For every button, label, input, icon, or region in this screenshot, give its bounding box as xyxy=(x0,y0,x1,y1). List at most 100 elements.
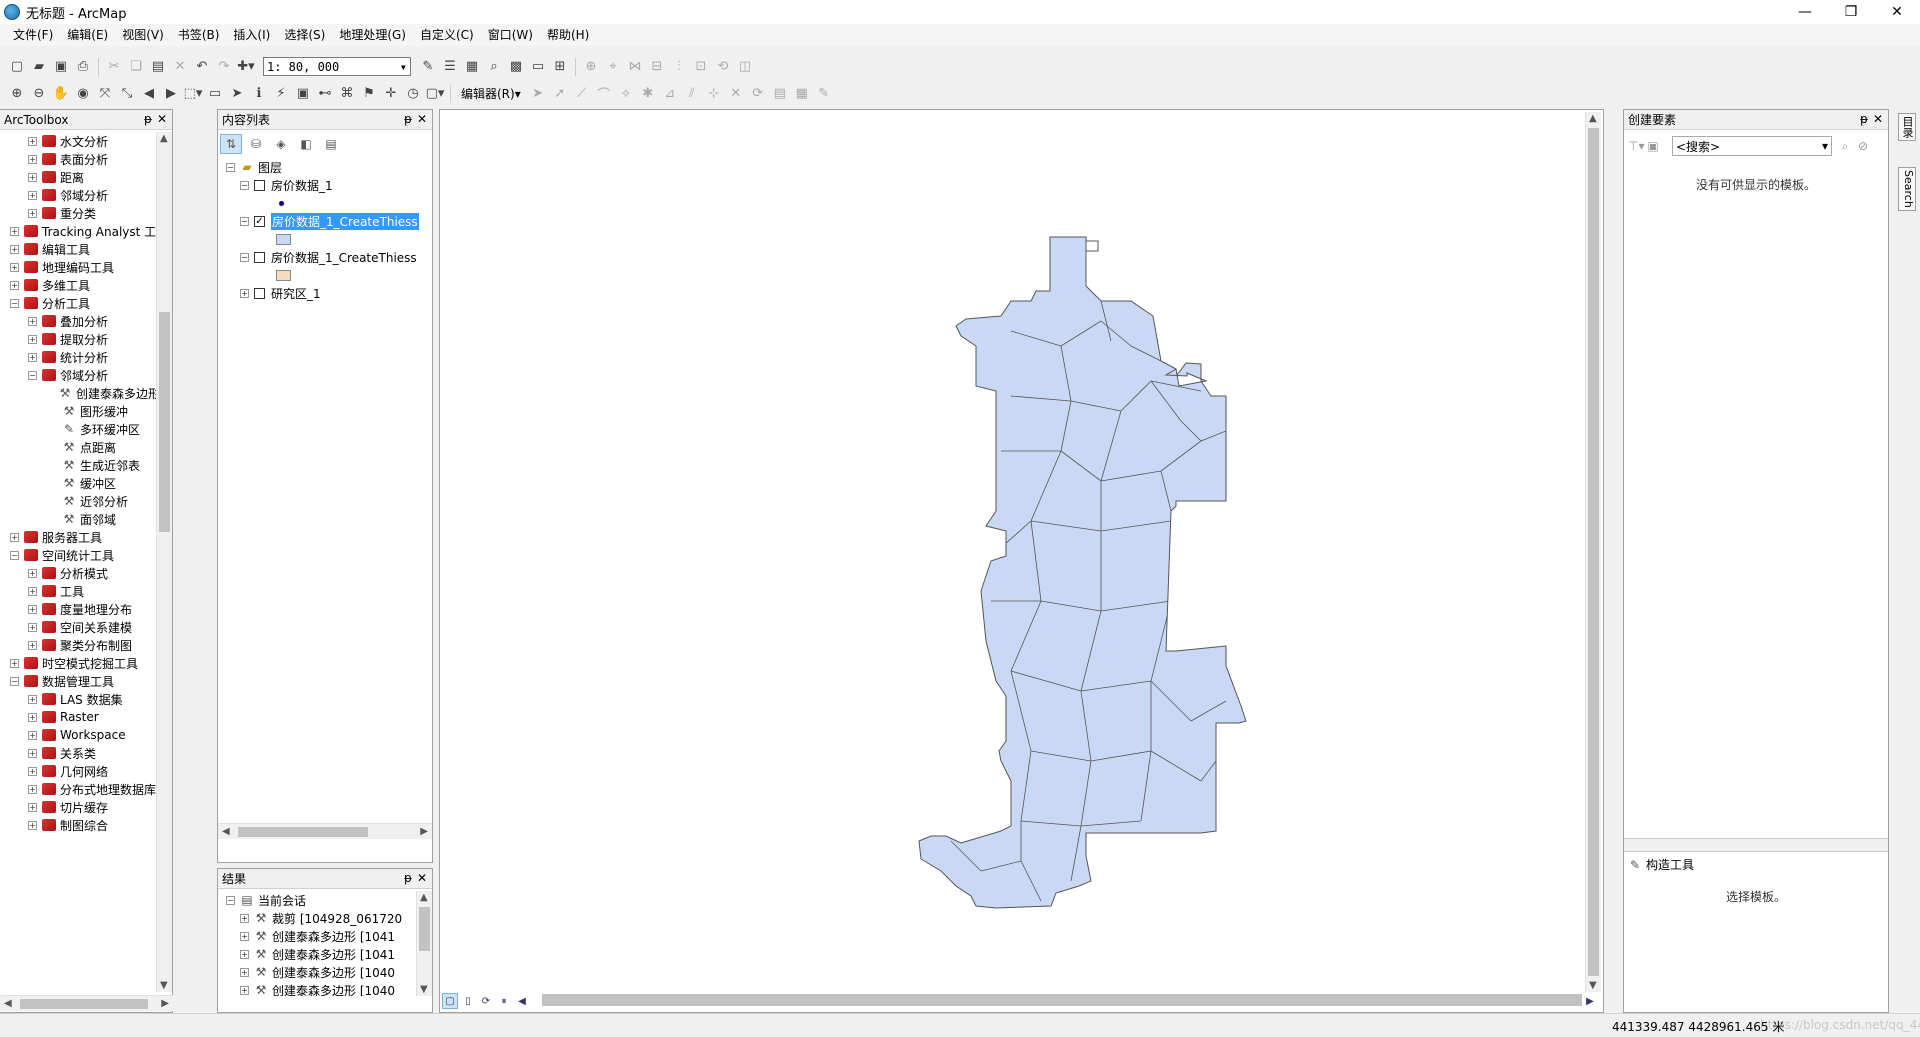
expand-icon[interactable]: + xyxy=(28,190,37,200)
menu-geoprocessing[interactable]: 地理处理(G) xyxy=(332,24,413,46)
menu-insert[interactable]: 插入(I) xyxy=(226,24,277,46)
toolbox-tree-item[interactable]: + 空间关系建模 xyxy=(0,618,160,636)
pin-icon[interactable]: ᵽ xyxy=(404,871,412,885)
editor-menu-button[interactable]: 编辑器(R)▾ xyxy=(455,85,527,102)
new-document-icon[interactable]: ▢ xyxy=(7,57,27,77)
distribute-icon[interactable]: ⫶ xyxy=(669,57,689,77)
current-session-row[interactable]: − ▤ 当前会话 xyxy=(218,891,432,909)
toc-horizontal-scrollbar[interactable]: ◀ ▶ xyxy=(218,823,432,839)
add-data-icon[interactable]: ✚▾ xyxy=(236,57,256,77)
scroll-thumb[interactable] xyxy=(159,312,170,532)
scroll-up-arrow-icon[interactable]: ▲ xyxy=(160,133,168,144)
topology-icon[interactable]: ⋈ xyxy=(625,57,645,77)
expand-icon[interactable]: + xyxy=(28,766,37,776)
toolbox-tree-item[interactable]: ✎ 多环缓冲区 xyxy=(0,420,160,438)
toolbox-tree-item[interactable]: ⚒ 生成近邻表 xyxy=(0,456,160,474)
toolbox-tree-item[interactable]: + Workspace xyxy=(0,726,160,744)
toolbox-tree-item[interactable]: + 关系类 xyxy=(0,744,160,762)
save-icon[interactable]: ▣ xyxy=(51,57,71,77)
zoom-out-icon[interactable]: ⊖ xyxy=(29,84,49,104)
model-builder-icon[interactable]: ⊞ xyxy=(550,57,570,77)
expand-icon[interactable]: + xyxy=(240,931,249,941)
layer-name[interactable]: 房价数据_1 xyxy=(271,177,333,194)
close-panel-icon[interactable]: ✕ xyxy=(157,112,167,126)
toolbox-vertical-scrollbar[interactable]: ▲ ▼ xyxy=(156,132,172,992)
layout-view-icon[interactable]: ▯ xyxy=(460,993,476,1009)
toolbox-tree-item[interactable]: + 重分类 xyxy=(0,204,160,222)
expand-icon[interactable]: + xyxy=(28,586,37,596)
cut-polygons-icon[interactable]: ⊹ xyxy=(704,84,724,104)
scroll-left-arrow-icon[interactable]: ◀ xyxy=(514,993,530,1009)
expand-icon[interactable]: + xyxy=(240,949,249,959)
graphics-icon[interactable]: ◫ xyxy=(735,57,755,77)
catalog-side-tab[interactable]: 目录 xyxy=(1898,113,1916,141)
search-icon[interactable]: ⌕ xyxy=(1838,139,1852,153)
expand-icon[interactable]: + xyxy=(28,208,37,218)
expand-icon[interactable]: + xyxy=(10,226,19,236)
toolbox-tree-item[interactable]: − 分析工具 xyxy=(0,294,160,312)
close-panel-icon[interactable]: ✕ xyxy=(1873,112,1883,126)
find-binoculars-icon[interactable]: ⌘ xyxy=(337,84,357,104)
edit-annotation-icon[interactable]: ➚ xyxy=(550,84,570,104)
align-icon[interactable]: ⊟ xyxy=(647,57,667,77)
toolbox-tree-item[interactable]: + Raster xyxy=(0,708,160,726)
identify-icon[interactable]: ℹ xyxy=(249,84,269,104)
attributes-icon[interactable]: ▤ xyxy=(770,84,790,104)
result-entry[interactable]: + ⚒ 创建泰森多边形 [1041 xyxy=(218,945,432,963)
map-vertical-scrollbar[interactable]: ▲ ▼ xyxy=(1585,112,1601,992)
menu-selection[interactable]: 选择(S) xyxy=(277,24,332,46)
maximize-button[interactable]: ❐ xyxy=(1828,0,1874,24)
find-route-icon[interactable]: ⚑ xyxy=(359,84,379,104)
toolbox-tree-item[interactable]: ⚒ 图形缓冲 xyxy=(0,402,160,420)
expand-icon[interactable]: + xyxy=(28,730,37,740)
toolbox-tree-item[interactable]: ⚒ 缓冲区 xyxy=(0,474,160,492)
collapse-icon[interactable]: − xyxy=(10,298,19,308)
create-viewer-icon[interactable]: ▢▾ xyxy=(425,84,445,104)
rotate-icon[interactable]: ⟲ xyxy=(713,57,733,77)
forward-arrow-icon[interactable]: ▶ xyxy=(161,84,181,104)
toolbox-tree-item[interactable]: + Tracking Analyst 工具 xyxy=(0,222,160,240)
clear-selection-icon[interactable]: ▭ xyxy=(205,84,225,104)
toolbox-tree-item[interactable]: + 提取分析 xyxy=(0,330,160,348)
menu-bookmarks[interactable]: 书签(B) xyxy=(171,24,227,46)
expand-icon[interactable]: + xyxy=(28,316,37,326)
toolbox-tree-item[interactable]: + 编辑工具 xyxy=(0,240,160,258)
template-search-combobox[interactable]: <搜索> ▾ xyxy=(1672,136,1832,156)
zoom-in-icon[interactable]: ⊕ xyxy=(7,84,27,104)
menu-customize[interactable]: 自定义(C) xyxy=(413,24,481,46)
toolbox-tree-item[interactable]: + 距离 xyxy=(0,168,160,186)
delete-icon[interactable]: ✕ xyxy=(170,57,190,77)
html-popup-icon[interactable]: ▣ xyxy=(293,84,313,104)
clear-search-icon[interactable]: ⊘ xyxy=(1856,139,1870,153)
arctoolbox-icon[interactable]: ▩ xyxy=(506,57,526,77)
toc-layer-row[interactable]: − 房价数据_1 xyxy=(218,176,432,194)
collapse-icon[interactable]: − xyxy=(28,370,37,380)
collapse-icon[interactable]: − xyxy=(240,180,249,190)
straight-segment-icon[interactable]: ⟋ xyxy=(572,84,592,104)
expand-icon[interactable]: + xyxy=(240,913,249,923)
expand-icon[interactable]: + xyxy=(10,532,19,542)
expand-icon[interactable]: + xyxy=(28,712,37,722)
scroll-down-arrow-icon[interactable]: ▼ xyxy=(160,980,168,991)
expand-icon[interactable]: + xyxy=(28,604,37,614)
toolbox-tree-item[interactable]: − 空间统计工具 xyxy=(0,546,160,564)
toolbox-tree-item[interactable]: + 切片缓存 xyxy=(0,798,160,816)
thiessen-polygons-layer[interactable] xyxy=(918,236,1247,909)
scroll-thumb[interactable] xyxy=(20,999,148,1009)
toolbox-tree-item[interactable]: + 统计分析 xyxy=(0,348,160,366)
pin-icon[interactable]: ᵽ xyxy=(144,112,152,126)
expand-icon[interactable]: + xyxy=(28,640,37,650)
toolbox-tree-item[interactable]: + 分析模式 xyxy=(0,564,160,582)
toolbox-tree-item[interactable]: + LAS 数据集 xyxy=(0,690,160,708)
expand-icon[interactable]: + xyxy=(28,568,37,578)
layer-visibility-checkbox[interactable]: ✓ xyxy=(254,215,265,227)
scroll-up-arrow-icon[interactable]: ▲ xyxy=(1589,113,1597,124)
layer-visibility-checkbox[interactable] xyxy=(254,179,265,191)
menu-view[interactable]: 视图(V) xyxy=(115,24,171,46)
time-slider-icon[interactable]: ◷ xyxy=(403,84,423,104)
expand-icon[interactable]: + xyxy=(240,985,249,995)
pin-icon[interactable]: ᵽ xyxy=(1860,112,1868,126)
toolbox-horizontal-scrollbar[interactable]: ◀ ▶ xyxy=(0,995,173,1011)
toc-layer-row[interactable]: − 房价数据_1_CreateThiess xyxy=(218,248,432,266)
expand-icon[interactable]: + xyxy=(10,244,19,254)
